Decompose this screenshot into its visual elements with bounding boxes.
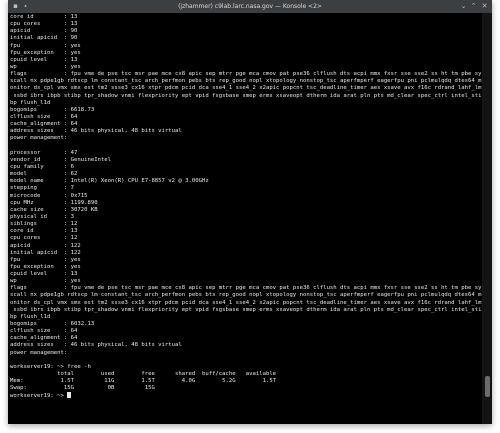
terminal-line: address sizes : 46 bits physical, 48 bit… <box>10 128 182 135</box>
terminal-line: fpu : yes <box>10 42 81 49</box>
terminal-line: cache size : 30720 KB <box>10 206 98 213</box>
terminal-line: stepping : 7 <box>10 185 74 192</box>
terminal-line: model : 62 <box>10 171 78 178</box>
terminal-line: cpu cores : 13 <box>10 21 78 28</box>
title-bar[interactable]: ▪ ⬩ (jzhammer) c9lab.larc.nasa.gov — Kon… <box>8 0 492 13</box>
terminal-line: cache_alignment : 64 <box>10 121 78 128</box>
app-menu-icon[interactable]: ▪ <box>11 2 20 11</box>
terminal-line: power management: <box>10 135 68 142</box>
terminal-line: vendor_id : GenuineIntel <box>10 156 112 163</box>
terminal-line: bogomips : 6032.13 <box>10 321 95 328</box>
terminal-line: model name : Intel(R) Xeon(R) CPU E7-885… <box>10 178 209 185</box>
terminal-line: ssbd ibrs ibpb stibp tpr_shadow vnmi fle… <box>10 306 482 313</box>
terminal-line: fpu_exception : yes <box>10 263 81 270</box>
terminal-output[interactable]: core id : 13 cpu cores : 13 apicid : 90 ini… <box>8 13 482 424</box>
terminal-line: core id : 13 <box>10 14 78 20</box>
terminal-line: workserver19: ~> free -h <box>10 363 91 370</box>
terminal-line: onitor ds_cpl vmx smx est tm2 ssse3 cx16… <box>10 299 482 306</box>
terminal-line: wp : yes <box>10 278 81 285</box>
konsole-window: ▪ ⬩ (jzhammer) c9lab.larc.nasa.gov — Kon… <box>8 0 492 424</box>
terminal-line: bp flush_l1d <box>10 99 51 106</box>
minimize-icon[interactable]: ⌄ <box>459 2 468 11</box>
terminal-line: flags : fpu vme de pse tsc msr pae mce c… <box>10 71 482 78</box>
terminal-line: physical id : 3 <box>10 213 74 220</box>
maximize-icon[interactable]: ⌃ <box>469 2 478 11</box>
terminal-line: Swap: 15G 0B 15G <box>10 385 155 392</box>
text-cursor <box>67 392 72 399</box>
terminal-line: cache_alignment : 64 <box>10 335 78 342</box>
scrollbar-thumb[interactable] <box>485 376 490 397</box>
terminal-line: bp flush_l1d <box>10 313 51 320</box>
terminal-line: bogomips : 6618.73 <box>10 106 95 113</box>
close-icon[interactable]: ✕ <box>480 2 489 11</box>
terminal-line: cpu MHz : 1199.890 <box>10 199 98 206</box>
terminal-line: processor : 47 <box>10 149 78 156</box>
terminal-line: total used free shared buff/cache availa… <box>10 371 277 378</box>
terminal-line: initial apicid : 122 <box>10 249 81 256</box>
terminal-line: core id : 13 <box>10 228 78 235</box>
terminal-line: ssbd ibrs ibpb stibp tpr_shadow vnmi fle… <box>10 92 482 99</box>
terminal-line: scall nx pdpe1gb rdtscp lm constant_tsc … <box>10 78 482 85</box>
terminal-line: cpuid level : 13 <box>10 56 78 63</box>
scrollbar[interactable] <box>482 13 492 424</box>
terminal-line: apicid : 90 <box>10 28 78 35</box>
terminal-line: microcode : 0x715 <box>10 192 88 199</box>
terminal-line: siblings : 12 <box>10 221 78 228</box>
terminal-line: fpu : yes <box>10 256 81 263</box>
pin-icon[interactable]: ⬩ <box>21 2 30 11</box>
prompt-line: workserver19: ~> <box>10 392 482 399</box>
terminal-line: scall nx pdpe1gb rdtscp lm constant_tsc … <box>10 292 482 299</box>
terminal-line: apicid : 122 <box>10 242 81 249</box>
terminal-line: power management: <box>10 349 68 356</box>
terminal-line: clflush size : 64 <box>10 113 78 120</box>
terminal-line: initial apicid : 90 <box>10 35 78 42</box>
terminal-line: cpu family : 6 <box>10 163 74 170</box>
terminal-line: flags : fpu vme de pse tsc msr pae mce c… <box>10 285 482 292</box>
terminal-line: fpu_exception : yes <box>10 49 81 56</box>
terminal-line: Mem: 1.5T 11G 1.5T 4.0G 5.2G 1.5T <box>10 378 277 385</box>
terminal-line: cpuid level : 13 <box>10 271 78 278</box>
terminal-line: cpu cores : 12 <box>10 235 78 242</box>
terminal-line: wp : yes <box>10 63 81 70</box>
terminal-line: clflush size : 64 <box>10 328 78 335</box>
terminal-line: address sizes : 46 bits physical, 48 bit… <box>10 342 182 349</box>
window-title: (jzhammer) c9lab.larc.nasa.gov — Konsole… <box>178 3 322 10</box>
terminal-line: onitor ds_cpl vmx smx est tm2 ssse3 cx16… <box>10 85 482 92</box>
